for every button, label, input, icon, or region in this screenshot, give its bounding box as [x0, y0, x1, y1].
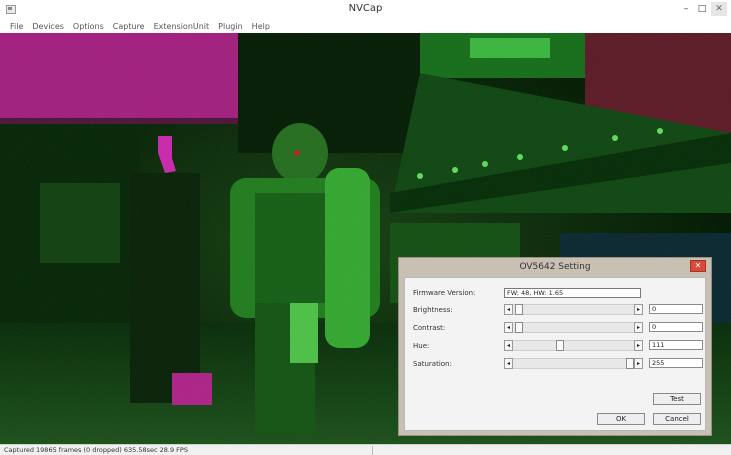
capture-status: Captured 19865 frames (0 dropped) 635.58…	[4, 446, 188, 454]
firmware-label: Firmware Version:	[413, 289, 476, 297]
saturation-value[interactable]: 255	[649, 358, 703, 368]
slider-thumb[interactable]	[555, 340, 564, 351]
arrow-right-icon[interactable]: ▸	[634, 340, 643, 351]
arrow-left-icon[interactable]: ◂	[504, 304, 513, 315]
hue-label: Hue:	[413, 342, 430, 350]
dialog-body: Firmware Version: FW: 48, HW: 1.65 Brigh…	[404, 277, 706, 431]
brightness-label: Brightness:	[413, 306, 453, 314]
hue-slider[interactable]: ◂ ▸	[504, 340, 643, 351]
arrow-right-icon[interactable]: ▸	[634, 358, 643, 369]
dialog-close-button[interactable]: ✕	[690, 260, 706, 272]
slider-thumb[interactable]	[515, 322, 524, 333]
status-divider	[372, 446, 373, 455]
firmware-field: FW: 48, HW: 1.65	[504, 288, 641, 298]
maximize-button[interactable]: □	[695, 2, 709, 16]
menu-options[interactable]: Options	[69, 20, 109, 33]
contrast-label: Contrast:	[413, 324, 446, 332]
close-button[interactable]: ✕	[711, 2, 727, 16]
slider-track[interactable]	[504, 358, 643, 369]
menu-plugin[interactable]: Plugin	[214, 20, 248, 33]
arrow-right-icon[interactable]: ▸	[634, 304, 643, 315]
minimize-button[interactable]: –	[679, 2, 693, 16]
arrow-left-icon[interactable]: ◂	[504, 322, 513, 333]
menu-devices[interactable]: Devices	[28, 20, 69, 33]
saturation-slider[interactable]: ◂ ▸	[504, 358, 643, 369]
slider-track[interactable]	[504, 340, 643, 351]
menu-help[interactable]: Help	[248, 20, 275, 33]
status-bar: Captured 19865 frames (0 dropped) 635.58…	[0, 444, 731, 455]
title-bar: NVCap – □ ✕	[0, 0, 731, 21]
slider-track[interactable]	[504, 322, 643, 333]
window-title: NVCap	[348, 3, 383, 14]
cancel-button[interactable]: Cancel	[653, 413, 701, 425]
menu-extensionunit[interactable]: ExtensionUnit	[150, 20, 215, 33]
contrast-value[interactable]: 0	[649, 322, 703, 332]
dialog-title: OV5642 Setting	[519, 262, 591, 272]
slider-thumb[interactable]	[626, 358, 634, 369]
menu-file[interactable]: File	[6, 20, 28, 33]
brightness-value[interactable]: 0	[649, 304, 703, 314]
menu-capture[interactable]: Capture	[109, 20, 150, 33]
arrow-left-icon[interactable]: ◂	[504, 340, 513, 351]
saturation-label: Saturation:	[413, 360, 452, 368]
ok-button[interactable]: OK	[597, 413, 645, 425]
video-preview: OV5642 Setting ✕ Firmware Version: FW: 4…	[0, 33, 731, 444]
slider-thumb[interactable]	[515, 304, 524, 315]
menu-bar: File Devices Options Capture ExtensionUn…	[0, 20, 731, 33]
arrow-left-icon[interactable]: ◂	[504, 358, 513, 369]
test-button[interactable]: Test	[653, 393, 701, 405]
arrow-right-icon[interactable]: ▸	[634, 322, 643, 333]
hue-value[interactable]: 111	[649, 340, 703, 350]
contrast-slider[interactable]: ◂ ▸	[504, 322, 643, 333]
ov5642-setting-dialog: OV5642 Setting ✕ Firmware Version: FW: 4…	[398, 257, 712, 436]
brightness-slider[interactable]: ◂ ▸	[504, 304, 643, 315]
slider-track[interactable]	[504, 304, 643, 315]
window-controls: – □ ✕	[679, 2, 727, 16]
